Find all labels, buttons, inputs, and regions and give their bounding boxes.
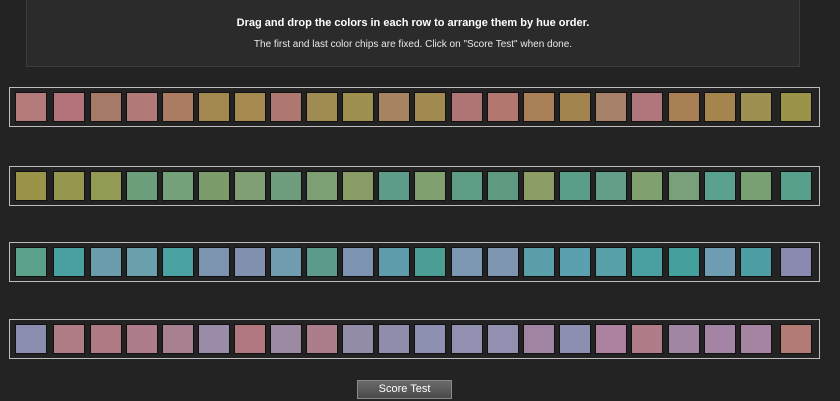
color-chip[interactable] bbox=[559, 92, 591, 122]
color-chip[interactable] bbox=[342, 171, 374, 201]
color-chip[interactable] bbox=[523, 92, 555, 122]
color-chip[interactable] bbox=[378, 247, 410, 277]
color-row-1 bbox=[9, 87, 820, 127]
color-chip[interactable] bbox=[740, 247, 772, 277]
color-chip[interactable] bbox=[631, 171, 663, 201]
color-chip[interactable] bbox=[487, 92, 519, 122]
fixed-color-chip bbox=[780, 92, 812, 122]
color-chip[interactable] bbox=[198, 171, 230, 201]
instructions-panel: Drag and drop the colors in each row to … bbox=[26, 0, 800, 67]
color-chip[interactable] bbox=[559, 247, 591, 277]
color-chip[interactable] bbox=[595, 247, 627, 277]
color-chip[interactable] bbox=[668, 171, 700, 201]
score-test-button[interactable]: Score Test bbox=[357, 380, 452, 399]
color-chip[interactable] bbox=[668, 247, 700, 277]
color-chip[interactable] bbox=[631, 247, 663, 277]
color-chip[interactable] bbox=[234, 92, 266, 122]
color-chip[interactable] bbox=[595, 92, 627, 122]
color-chip[interactable] bbox=[270, 92, 302, 122]
color-chip[interactable] bbox=[342, 324, 374, 354]
color-chip[interactable] bbox=[487, 171, 519, 201]
fixed-color-chip bbox=[15, 92, 47, 122]
color-chip[interactable] bbox=[451, 247, 483, 277]
color-chip[interactable] bbox=[595, 324, 627, 354]
color-chip[interactable] bbox=[523, 324, 555, 354]
color-chip[interactable] bbox=[704, 247, 736, 277]
color-chip[interactable] bbox=[306, 324, 338, 354]
color-chip[interactable] bbox=[451, 324, 483, 354]
fixed-color-chip bbox=[15, 247, 47, 277]
color-chip[interactable] bbox=[306, 171, 338, 201]
color-chip[interactable] bbox=[342, 92, 374, 122]
color-chip[interactable] bbox=[487, 247, 519, 277]
color-chip[interactable] bbox=[162, 324, 194, 354]
color-chip[interactable] bbox=[487, 324, 519, 354]
color-chip[interactable] bbox=[595, 171, 627, 201]
color-chip[interactable] bbox=[740, 171, 772, 201]
color-chip[interactable] bbox=[162, 92, 194, 122]
color-chip[interactable] bbox=[451, 92, 483, 122]
color-chip[interactable] bbox=[198, 92, 230, 122]
fixed-color-chip bbox=[780, 324, 812, 354]
color-chip[interactable] bbox=[90, 247, 122, 277]
instructions-subtitle: The first and last color chips are fixed… bbox=[253, 39, 573, 50]
color-chip[interactable] bbox=[234, 171, 266, 201]
fixed-color-chip bbox=[780, 247, 812, 277]
color-chip[interactable] bbox=[414, 324, 446, 354]
color-chip[interactable] bbox=[234, 247, 266, 277]
color-chip[interactable] bbox=[53, 171, 85, 201]
color-chip[interactable] bbox=[378, 92, 410, 122]
color-chip[interactable] bbox=[90, 171, 122, 201]
color-chip[interactable] bbox=[126, 247, 158, 277]
fixed-color-chip bbox=[15, 171, 47, 201]
color-chip[interactable] bbox=[559, 171, 591, 201]
color-chip[interactable] bbox=[668, 324, 700, 354]
instructions-title: Drag and drop the colors in each row to … bbox=[236, 17, 590, 29]
hue-test-page: Drag and drop the colors in each row to … bbox=[0, 0, 840, 401]
color-chip[interactable] bbox=[740, 92, 772, 122]
color-chip[interactable] bbox=[270, 324, 302, 354]
color-chip[interactable] bbox=[631, 92, 663, 122]
color-chip[interactable] bbox=[126, 324, 158, 354]
color-chip[interactable] bbox=[378, 324, 410, 354]
color-chip[interactable] bbox=[90, 324, 122, 354]
color-chip[interactable] bbox=[378, 171, 410, 201]
color-chip[interactable] bbox=[523, 247, 555, 277]
color-chip[interactable] bbox=[414, 247, 446, 277]
color-chip[interactable] bbox=[270, 247, 302, 277]
color-row-3 bbox=[9, 242, 820, 282]
color-chip[interactable] bbox=[126, 171, 158, 201]
color-chip[interactable] bbox=[270, 171, 302, 201]
fixed-color-chip bbox=[780, 171, 812, 201]
color-chip[interactable] bbox=[631, 324, 663, 354]
color-chip[interactable] bbox=[306, 92, 338, 122]
color-chip[interactable] bbox=[53, 247, 85, 277]
color-chip[interactable] bbox=[668, 92, 700, 122]
color-chip[interactable] bbox=[306, 247, 338, 277]
fixed-color-chip bbox=[15, 324, 47, 354]
color-chip[interactable] bbox=[162, 171, 194, 201]
color-chip[interactable] bbox=[740, 324, 772, 354]
color-chip[interactable] bbox=[414, 92, 446, 122]
color-chip[interactable] bbox=[559, 324, 591, 354]
color-chip[interactable] bbox=[704, 324, 736, 354]
color-chip[interactable] bbox=[53, 92, 85, 122]
color-chip[interactable] bbox=[90, 92, 122, 122]
color-chip[interactable] bbox=[198, 324, 230, 354]
color-chip[interactable] bbox=[198, 247, 230, 277]
color-chip[interactable] bbox=[523, 171, 555, 201]
color-chip[interactable] bbox=[126, 92, 158, 122]
color-chip[interactable] bbox=[704, 171, 736, 201]
color-row-2 bbox=[9, 166, 820, 206]
color-chip[interactable] bbox=[414, 171, 446, 201]
color-chip[interactable] bbox=[234, 324, 266, 354]
color-chip[interactable] bbox=[451, 171, 483, 201]
color-chip[interactable] bbox=[53, 324, 85, 354]
color-row-4 bbox=[9, 319, 820, 359]
color-chip[interactable] bbox=[342, 247, 374, 277]
color-chip[interactable] bbox=[704, 92, 736, 122]
color-chip[interactable] bbox=[162, 247, 194, 277]
